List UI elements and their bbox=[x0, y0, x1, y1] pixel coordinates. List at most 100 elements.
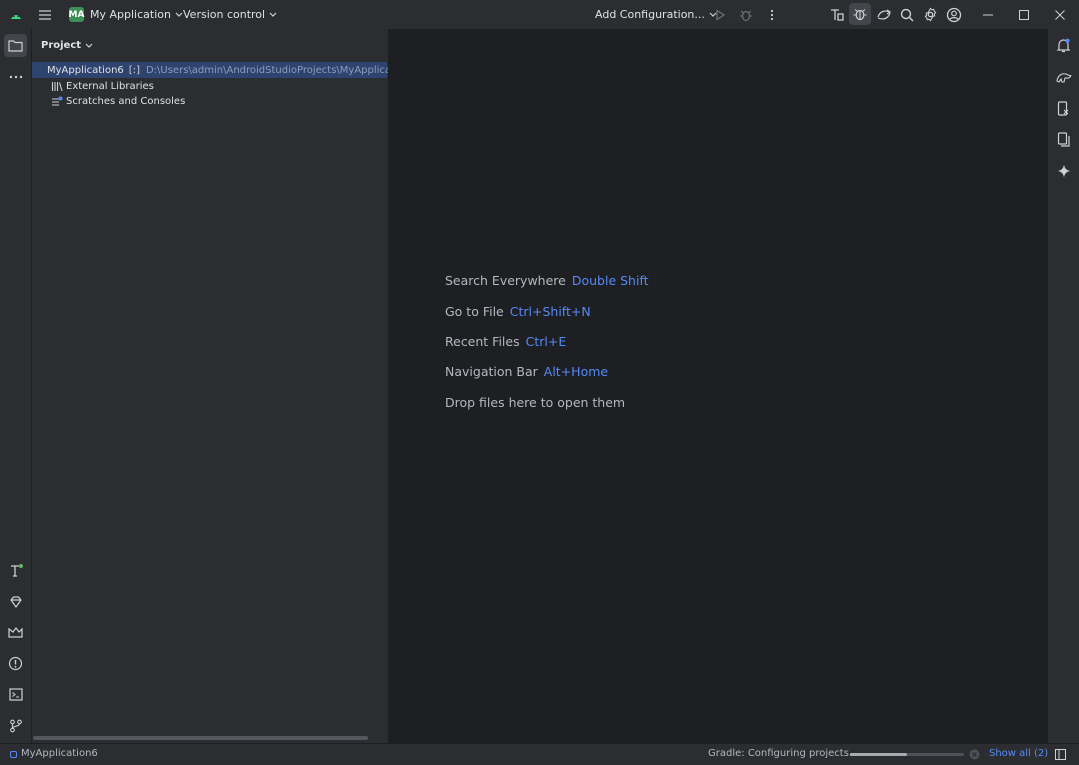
main-menu-button[interactable] bbox=[38, 0, 52, 29]
title-bar: MA My Application Version control Add Co… bbox=[0, 0, 1079, 29]
layout-inspector-button[interactable] bbox=[4, 621, 27, 644]
maximize-button[interactable] bbox=[1019, 0, 1029, 29]
folder-icon bbox=[8, 40, 23, 52]
gradle-icon bbox=[1055, 73, 1072, 83]
gradle-button[interactable] bbox=[1052, 65, 1075, 88]
libraries-icon bbox=[51, 81, 63, 91]
project-name: My Application bbox=[90, 8, 171, 21]
chevron-down-icon bbox=[269, 12, 277, 17]
build-icon bbox=[10, 563, 23, 577]
version-control-label: Version control bbox=[183, 8, 266, 21]
module-marker: [:] bbox=[128, 64, 140, 76]
status-bar: MyApplication6 Gradle: Configuring proje… bbox=[0, 743, 1079, 765]
tree-item-external-libraries[interactable]: External Libraries bbox=[32, 78, 154, 94]
more-icon bbox=[9, 75, 22, 78]
tree-item-label: Scratches and Consoles bbox=[66, 95, 186, 107]
hint-label: Drop files here to open them bbox=[445, 395, 626, 410]
background-task-progress bbox=[850, 753, 964, 756]
background-task-label[interactable]: Gradle: Configuring projects... bbox=[708, 748, 858, 759]
progress-fill bbox=[850, 753, 907, 756]
account-button[interactable] bbox=[946, 0, 962, 29]
notifications-button[interactable] bbox=[1052, 34, 1075, 57]
editor-area[interactable]: Search Everywhere Double Shift Go to File… bbox=[388, 29, 1047, 743]
gem-icon bbox=[9, 595, 22, 608]
project-panel-scrollbar[interactable] bbox=[33, 736, 368, 740]
debug-tool-button[interactable] bbox=[849, 3, 871, 25]
run-button[interactable] bbox=[714, 0, 726, 29]
settings-button[interactable] bbox=[923, 0, 938, 29]
toggle-panel-icon[interactable] bbox=[1055, 749, 1066, 760]
layout-inspector-icon bbox=[8, 627, 23, 638]
notifications-icon bbox=[1056, 38, 1071, 53]
gem-tool-button[interactable] bbox=[4, 590, 27, 613]
project-selector[interactable]: MA My Application bbox=[69, 0, 183, 29]
hint-shortcut: Double Shift bbox=[571, 273, 649, 288]
debug-icon bbox=[740, 10, 752, 21]
chevron-down-icon bbox=[175, 12, 183, 17]
chevron-down-icon bbox=[85, 43, 93, 48]
more-actions-button[interactable] bbox=[769, 0, 775, 29]
panel-title: Project bbox=[41, 40, 82, 51]
debug-bug-icon bbox=[853, 9, 867, 21]
minimize-button[interactable] bbox=[983, 0, 993, 29]
run-configuration-label: Add Configuration... bbox=[595, 8, 705, 21]
scratches-icon bbox=[52, 96, 63, 106]
left-tool-strip bbox=[0, 29, 32, 743]
show-all-tasks-link[interactable]: Show all (2) bbox=[989, 748, 1048, 759]
account-icon bbox=[946, 7, 962, 22]
terminal-icon bbox=[8, 688, 23, 701]
terminal-tool-button[interactable] bbox=[4, 683, 27, 706]
sync-gradle-button[interactable] bbox=[876, 0, 892, 29]
hint-search-everywhere: Search Everywhere Double Shift bbox=[445, 273, 649, 288]
tree-item-label: MyApplication6 bbox=[47, 64, 124, 76]
device-manager-button[interactable] bbox=[1052, 97, 1075, 120]
project-view-selector[interactable]: Project bbox=[41, 40, 93, 51]
search-button[interactable] bbox=[900, 0, 914, 29]
more-vertical-icon bbox=[770, 9, 774, 20]
build-variants-button[interactable] bbox=[829, 0, 845, 29]
more-tools-button[interactable] bbox=[4, 65, 27, 88]
hint-label: Navigation Bar bbox=[445, 364, 538, 379]
module-indicator-icon bbox=[10, 751, 17, 758]
hint-shortcut: Alt+Home bbox=[543, 364, 609, 379]
tree-item-scratches[interactable]: Scratches and Consoles bbox=[32, 93, 185, 109]
gemini-button[interactable] bbox=[1052, 159, 1075, 182]
sync-icon bbox=[877, 9, 892, 20]
hint-go-to-file: Go to File Ctrl+Shift+N bbox=[445, 304, 591, 319]
debug-button[interactable] bbox=[739, 0, 753, 29]
run-configuration-selector[interactable]: Add Configuration... bbox=[595, 0, 717, 29]
close-icon bbox=[1055, 9, 1065, 20]
device-manager-icon bbox=[1057, 101, 1069, 116]
hint-label: Search Everywhere bbox=[445, 273, 566, 288]
settings-icon bbox=[924, 7, 937, 22]
running-devices-button[interactable] bbox=[1052, 128, 1075, 151]
maximize-icon bbox=[1019, 9, 1029, 20]
running-devices-icon bbox=[1057, 132, 1070, 147]
project-badge: MA bbox=[69, 7, 84, 22]
version-control-menu[interactable]: Version control bbox=[183, 0, 277, 29]
tree-item-label: External Libraries bbox=[66, 80, 154, 92]
cancel-task-icon[interactable] bbox=[969, 749, 980, 760]
close-window-button[interactable] bbox=[1055, 0, 1065, 29]
hint-shortcut: Ctrl+Shift+N bbox=[509, 304, 591, 319]
problems-icon bbox=[8, 656, 23, 671]
git-tool-button[interactable] bbox=[4, 714, 27, 737]
tree-item-root-module[interactable]: MyApplication6 [:] D:\Users\admin\Androi… bbox=[32, 62, 398, 78]
project-tool-button[interactable] bbox=[4, 34, 27, 57]
build-tool-button[interactable] bbox=[4, 559, 27, 582]
search-icon bbox=[900, 8, 914, 22]
hint-label: Recent Files bbox=[445, 334, 520, 349]
project-panel: Project MyApplication6 [:] D:\Users\admi… bbox=[32, 29, 398, 743]
hint-recent-files: Recent Files Ctrl+E bbox=[445, 334, 566, 349]
status-project-name[interactable]: MyApplication6 bbox=[21, 748, 98, 759]
build-variants-icon bbox=[831, 8, 844, 21]
hint-navigation-bar: Navigation Bar Alt+Home bbox=[445, 364, 608, 379]
problems-tool-button[interactable] bbox=[4, 652, 27, 675]
android-studio-logo-icon bbox=[9, 0, 23, 29]
git-icon bbox=[9, 719, 22, 732]
hint-drop-files: Drop files here to open them bbox=[445, 395, 625, 410]
hint-label: Go to File bbox=[445, 304, 504, 319]
hint-shortcut: Ctrl+E bbox=[525, 334, 567, 349]
tree-item-path: D:\Users\admin\AndroidStudioProjects\MyA… bbox=[145, 64, 398, 76]
minimize-icon bbox=[983, 14, 993, 15]
